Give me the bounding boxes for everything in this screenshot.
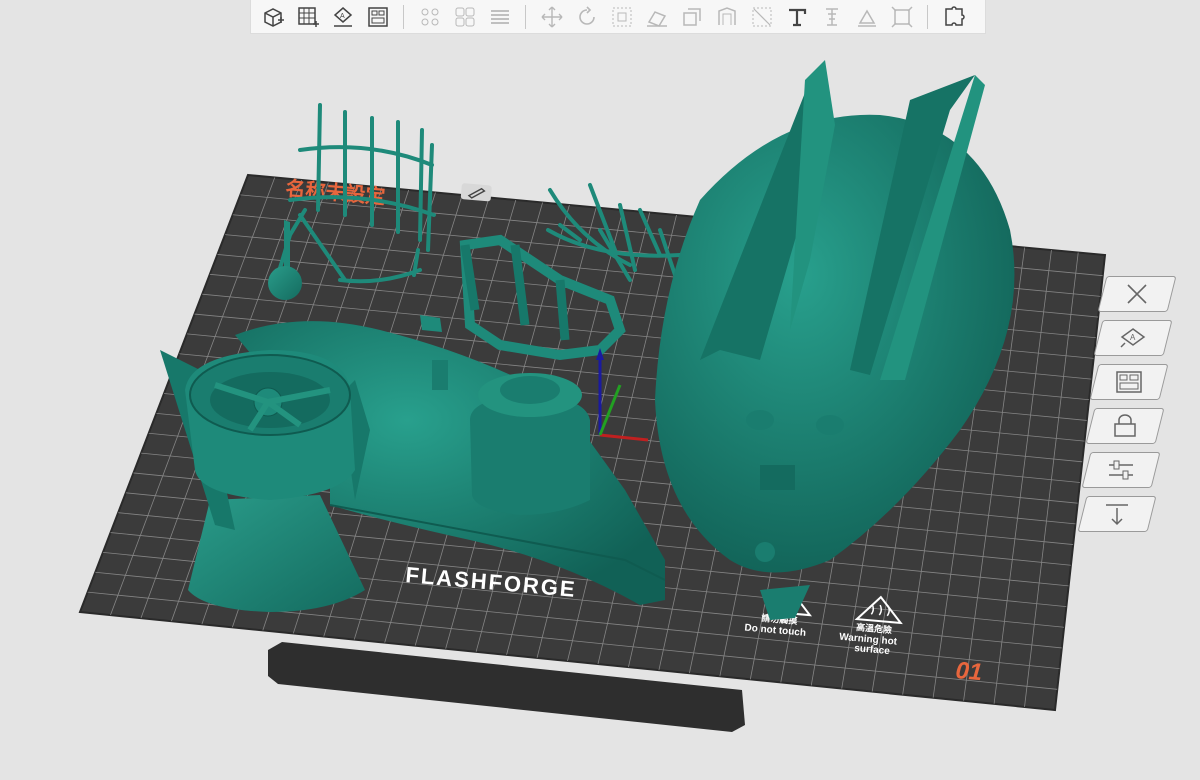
lock-button[interactable]: [1085, 408, 1165, 444]
auto-place-icon: A: [333, 6, 352, 27]
puzzle-icon: [944, 5, 965, 26]
puzzle-button[interactable]: [940, 3, 968, 31]
layers-button[interactable]: [486, 3, 514, 31]
arrange-button[interactable]: [416, 3, 444, 31]
toolbar-separator: [927, 4, 928, 29]
add-grid-icon: [297, 6, 319, 27]
hollow-button[interactable]: [713, 3, 741, 31]
arrange-icon: [421, 8, 438, 25]
plate-number: 01: [954, 657, 983, 686]
lock-icon: [1114, 414, 1136, 437]
add-grid-button[interactable]: [294, 3, 322, 31]
paint-icon: [857, 9, 876, 27]
settings-sliders-button[interactable]: [1081, 452, 1161, 488]
toolbar-separator: [403, 4, 404, 29]
move-button[interactable]: [538, 3, 566, 31]
cut-icon: [682, 7, 701, 26]
svg-text:A: A: [340, 13, 345, 20]
add-model-button[interactable]: [259, 3, 287, 31]
cut-button[interactable]: [678, 3, 706, 31]
drop-to-bed-icon: [1106, 504, 1128, 526]
toolbar-separator: [525, 4, 526, 29]
move-icon: [541, 6, 562, 27]
paint-button[interactable]: [853, 3, 881, 31]
auto-orient-icon: A: [1120, 328, 1146, 348]
main-toolbar: A: [250, 0, 986, 34]
add-model-icon: [263, 7, 284, 27]
drop-to-bed-button[interactable]: [1077, 496, 1157, 532]
text-icon: [788, 8, 806, 26]
arrange-panel-button[interactable]: [1089, 364, 1169, 400]
fit-icon: [890, 5, 913, 28]
support-icon: [825, 7, 838, 26]
fit-button[interactable]: [888, 3, 916, 31]
group-icon: [455, 7, 474, 26]
close-button[interactable]: [1097, 276, 1177, 312]
lay-flat-icon: [646, 10, 667, 27]
3d-viewport[interactable]: 名称未設定 FLASHFORGE 請勿觸摸 Do not touch 高溫危險 …: [0, 0, 1200, 780]
support-button[interactable]: [818, 3, 846, 31]
auto-place-button[interactable]: A: [329, 3, 357, 31]
measure-button[interactable]: [748, 3, 776, 31]
edit-name-icon[interactable]: [460, 183, 492, 202]
measure-icon: [752, 7, 771, 26]
auto-orient-button[interactable]: A: [1093, 320, 1173, 356]
scale-button[interactable]: [608, 3, 636, 31]
svg-text:A: A: [1130, 333, 1136, 342]
rotate-button[interactable]: [573, 3, 601, 31]
arrange-panel-icon: [1116, 371, 1142, 393]
layers-icon: [490, 9, 509, 24]
rotate-icon: [578, 5, 595, 25]
layout-icon: [367, 6, 388, 27]
group-button[interactable]: [451, 3, 479, 31]
lay-flat-button[interactable]: [643, 3, 671, 31]
layout-button[interactable]: [364, 3, 392, 31]
hollow-icon: [717, 6, 736, 25]
build-plate-scene[interactable]: 名称未設定 FLASHFORGE 請勿觸摸 Do not touch 高溫危險 …: [0, 0, 1200, 780]
close-icon: [1127, 284, 1147, 304]
settings-sliders-icon: [1109, 460, 1133, 480]
scale-icon: [612, 7, 631, 26]
text-button[interactable]: [783, 3, 811, 31]
